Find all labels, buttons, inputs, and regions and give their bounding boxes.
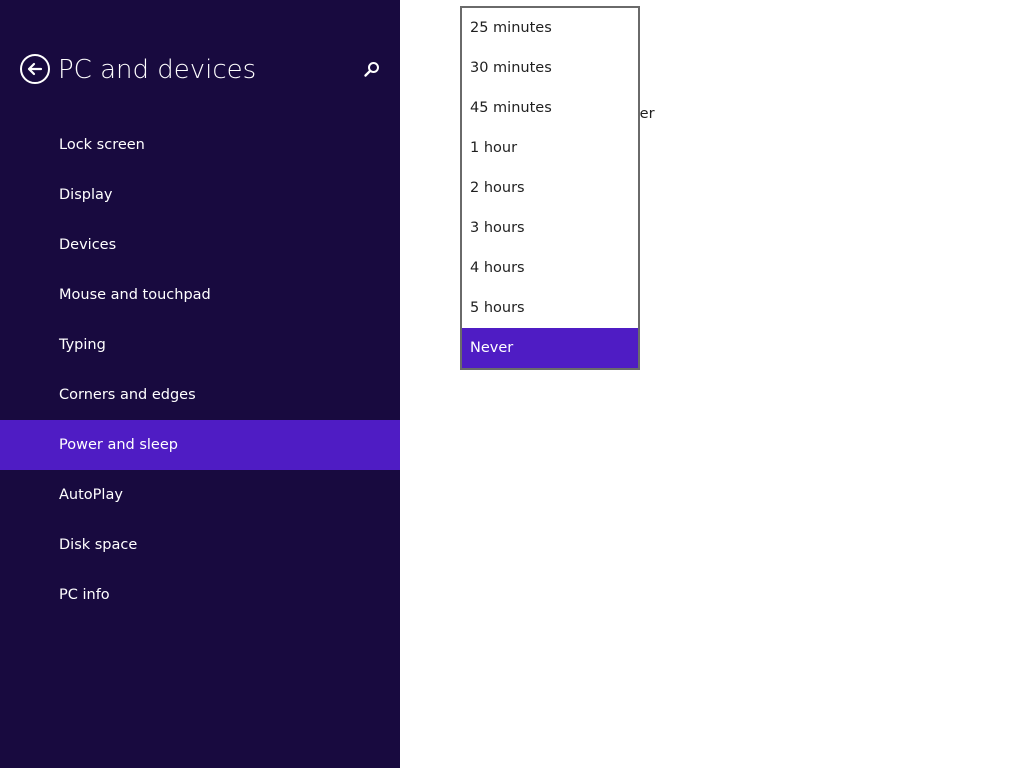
sidebar-nav: Lock screen Display Devices Mouse and to… [0, 120, 400, 620]
dropdown-option-4-hours[interactable]: 4 hours [462, 248, 638, 288]
sidebar-item-devices[interactable]: Devices [0, 220, 400, 270]
sidebar-item-corners-and-edges[interactable]: Corners and edges [0, 370, 400, 420]
dropdown-option-2-hours[interactable]: 2 hours [462, 168, 638, 208]
sidebar-item-typing[interactable]: Typing [0, 320, 400, 370]
dropdown-option-1-hour[interactable]: 1 hour [462, 128, 638, 168]
sleep-timeout-dropdown[interactable]: 25 minutes 30 minutes 45 minutes 1 hour … [460, 6, 640, 370]
dropdown-option-5-hours[interactable]: 5 hours [462, 288, 638, 328]
dropdown-option-never[interactable]: Never [462, 328, 638, 368]
back-button[interactable] [20, 54, 50, 84]
page-title: PC and devices [58, 55, 257, 85]
settings-screen: PC and devices Lock screen Display Devic… [0, 0, 1024, 768]
dropdown-option-25-minutes[interactable]: 25 minutes [462, 8, 638, 48]
search-icon [364, 62, 379, 77]
sidebar-item-display[interactable]: Display [0, 170, 400, 220]
dropdown-option-30-minutes[interactable]: 30 minutes [462, 48, 638, 88]
search-button[interactable] [362, 60, 382, 80]
sidebar-item-mouse-and-touchpad[interactable]: Mouse and touchpad [0, 270, 400, 320]
dropdown-option-45-minutes[interactable]: 45 minutes [462, 88, 638, 128]
sidebar-item-pc-info[interactable]: PC info [0, 570, 400, 620]
sidebar-item-power-and-sleep[interactable]: Power and sleep [0, 420, 400, 470]
dropdown-option-3-hours[interactable]: 3 hours [462, 208, 638, 248]
sidebar-item-disk-space[interactable]: Disk space [0, 520, 400, 570]
sidebar: PC and devices Lock screen Display Devic… [0, 0, 400, 768]
sidebar-item-lock-screen[interactable]: Lock screen [0, 120, 400, 170]
header: PC and devices [20, 52, 380, 92]
back-arrow-icon [27, 62, 43, 76]
sidebar-item-autoplay[interactable]: AutoPlay [0, 470, 400, 520]
